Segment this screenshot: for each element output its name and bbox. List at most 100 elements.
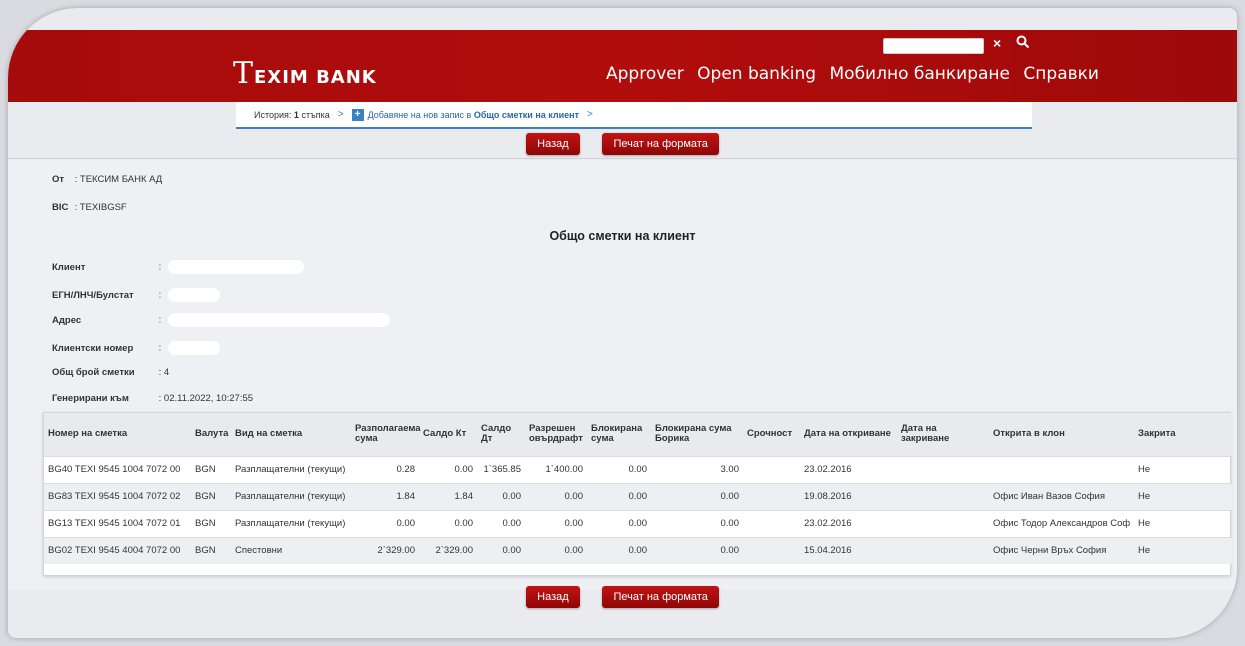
from-row: От : ТЕКСИМ БАНК АД <box>52 174 162 185</box>
table-cell: Офис Иван Вазов София <box>989 482 1134 510</box>
egn-label: ЕГН/ЛНЧ/Булстат <box>52 289 134 301</box>
table-cell: BGN <box>191 455 231 483</box>
col-header-blocked-borica[interactable]: Блокирана сума Борика <box>651 413 743 456</box>
nav-reports[interactable]: Справки <box>1023 64 1099 84</box>
col-header-currency[interactable]: Валута <box>191 413 231 456</box>
table-row[interactable]: BG02 TEXI 9545 4004 7072 00 BGN Спестовни 2… <box>44 536 1232 564</box>
table-cell <box>897 482 989 510</box>
col-header-overdraft[interactable]: Разрешен овърдрафт <box>525 413 587 456</box>
table-cell: 0.00 <box>419 509 477 537</box>
client-label: Клиент <box>52 261 86 273</box>
col-header-open-date[interactable]: Дата на откриване <box>800 413 897 456</box>
table-row[interactable]: BG40 TEXI 9545 1004 7072 00 BGN Разплащате… <box>44 455 1232 483</box>
accounts-table: Номер на сметка Валута Вид на сметка Раз… <box>43 412 1232 576</box>
table-cell: 0.00 <box>651 482 743 510</box>
nav-approver[interactable]: Approver <box>606 64 684 84</box>
table-row[interactable]: BG83 TEXI 9545 1004 7072 02 BGN Разплащате… <box>44 482 1232 510</box>
table-cell: 0.00 <box>587 455 651 483</box>
table-cell: 1.84 <box>419 482 477 510</box>
col-header-account-type[interactable]: Вид на сметка <box>231 413 351 456</box>
colon: : <box>158 314 162 326</box>
redacted-value <box>167 341 220 355</box>
colon: : <box>158 342 162 354</box>
col-header-branch[interactable]: Открита в клон <box>989 413 1134 456</box>
table-cell <box>743 455 800 483</box>
search-input[interactable] <box>883 38 984 54</box>
table-cell <box>743 509 800 537</box>
table-cell: Разплащателни (текущи) <box>231 509 351 537</box>
col-header-close-date[interactable]: Дата на закриване <box>897 413 989 456</box>
table-cell: 23.02.2016 <box>800 455 897 483</box>
nav-mobile-banking[interactable]: Мобилно банкиране <box>830 64 1011 84</box>
logo-text: EXIM BANK <box>254 67 377 88</box>
back-button[interactable]: Назад <box>526 133 580 155</box>
table-cell: 19.08.2016 <box>800 482 897 510</box>
col-header-blocked[interactable]: Блокирана сума <box>587 413 651 456</box>
redacted-value <box>167 288 220 302</box>
client-row: Клиент : <box>52 260 304 274</box>
close-icon[interactable]: × <box>993 35 1001 51</box>
table-cell: Не <box>1134 536 1232 564</box>
print-form-button[interactable]: Печат на формата <box>602 586 719 608</box>
breadcrumb-action[interactable]: Добавяне на нов запис в Общо сметки на к… <box>368 110 579 120</box>
col-header-credit-balance[interactable]: Салдо Кт <box>419 413 477 456</box>
table-cell: 0.00 <box>525 509 587 537</box>
main-nav: Approver Open banking Мобилно банкиране … <box>606 64 1107 84</box>
report-title: Общо сметки на клиент <box>549 229 696 243</box>
table-cell: BG83 TEXI 9545 1004 7072 02 <box>44 482 191 510</box>
table-cell: BG13 TEXI 9545 1004 7072 01 <box>44 509 191 537</box>
chevron-right-icon: > <box>587 109 593 120</box>
chevron-right-icon: > <box>337 109 344 120</box>
app-frame: TEXIM BANK × Approver Open banking Мобил… <box>8 8 1237 638</box>
table-cell: 0.00 <box>525 482 587 510</box>
table-cell: Офис Черни Връх София <box>989 536 1134 564</box>
table-cell <box>897 455 989 483</box>
history-suffix[interactable]: стъпка <box>301 110 329 120</box>
table-cell: 0.28 <box>351 455 419 483</box>
table-cell: 2`329.00 <box>351 536 419 564</box>
account-count-row: Общ брой сметки : 4 <box>52 367 169 378</box>
nav-open-banking[interactable]: Open banking <box>697 64 816 84</box>
texim-bank-logo[interactable]: TEXIM BANK <box>233 56 377 91</box>
history-label: История: <box>254 109 292 120</box>
search-icon[interactable] <box>1016 35 1030 49</box>
table-cell: Не <box>1134 455 1232 483</box>
table-cell: Спестовни <box>231 536 351 564</box>
breadcrumb: История: 1 стъпка > + Добавяне на нов за… <box>236 102 1032 129</box>
address-label: Адрес <box>52 314 82 326</box>
table-cell: 0.00 <box>419 455 477 483</box>
col-header-available[interactable]: Разполагаема сума <box>351 413 421 456</box>
table-cell <box>743 536 800 564</box>
table-cell: 2`329.00 <box>419 536 477 564</box>
table-cell: BGN <box>191 509 231 537</box>
table-cell: Не <box>1134 509 1232 537</box>
table-cell <box>897 509 989 537</box>
table-cell: 0.00 <box>525 536 587 564</box>
account-count-value: : 4 <box>158 367 170 378</box>
table-cell: 15.04.2016 <box>800 536 897 564</box>
table-cell: 0.00 <box>651 536 743 564</box>
back-button[interactable]: Назад <box>526 586 580 608</box>
table-cell: 0.00 <box>477 509 525 537</box>
generated-value: : 02.11.2022, 10:27:55 <box>158 393 254 404</box>
egn-row: ЕГН/ЛНЧ/Булстат : <box>52 288 220 302</box>
print-form-button[interactable]: Печат на формата <box>602 133 719 155</box>
table-cell <box>989 455 1134 483</box>
account-count-label: Общ брой сметки <box>52 367 135 378</box>
col-header-closed[interactable]: Закрита <box>1134 413 1232 456</box>
table-cell: 1.84 <box>351 482 419 510</box>
col-header-term[interactable]: Срочност <box>743 413 800 456</box>
col-header-account-number[interactable]: Номер на сметка <box>44 413 191 456</box>
table-cell: BGN <box>191 482 231 510</box>
table-cell: 0.00 <box>477 536 525 564</box>
history-count: 1 <box>293 109 299 120</box>
bic-row: BIC : TEXIBGSF <box>52 202 127 213</box>
top-button-bar: Назад Печат на формата <box>8 133 1237 155</box>
table-cell: 3.00 <box>651 455 743 483</box>
colon: : <box>158 289 162 301</box>
table-cell: Офис Тодор Александров Соф <box>989 509 1134 537</box>
table-row[interactable]: BG13 TEXI 9545 1004 7072 01 BGN Разплащате… <box>44 509 1232 537</box>
col-header-debit-balance[interactable]: Салдо Дт <box>477 413 525 456</box>
client-number-row: Клиентски номер : <box>52 341 220 355</box>
divider <box>8 158 1237 159</box>
